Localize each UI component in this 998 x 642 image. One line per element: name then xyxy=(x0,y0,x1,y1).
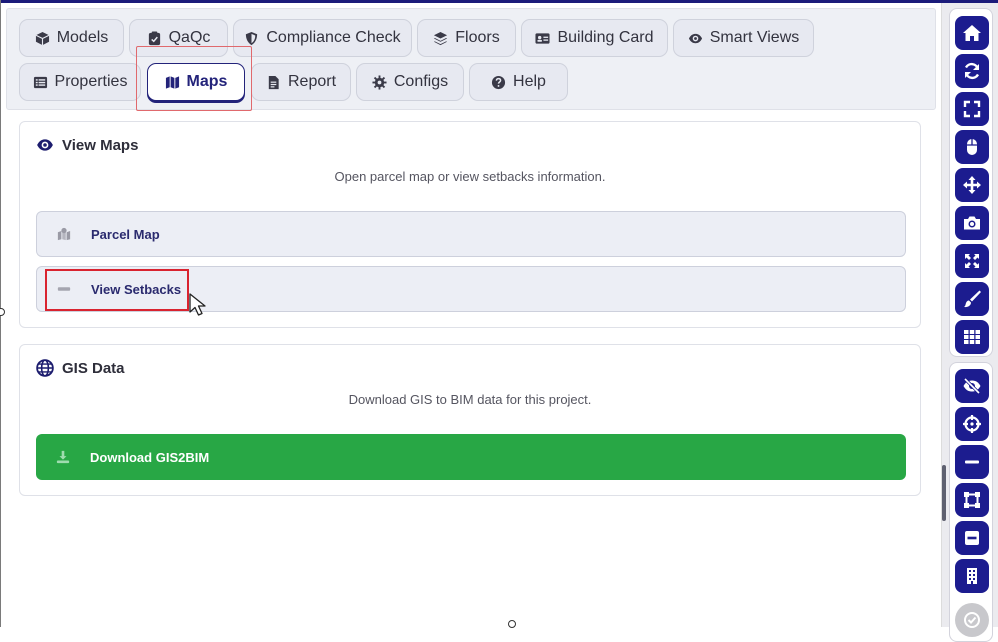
globe-icon xyxy=(36,359,54,377)
move-icon xyxy=(963,176,981,194)
move-button[interactable] xyxy=(955,168,989,202)
toolbar-group-view xyxy=(949,362,993,642)
tab-label: Models xyxy=(56,29,109,46)
document-icon xyxy=(268,75,279,89)
eye-icon xyxy=(688,33,702,43)
tab-models[interactable]: Models xyxy=(19,19,124,57)
building-button[interactable] xyxy=(955,559,989,593)
brush-icon xyxy=(964,290,981,308)
tab-label: Configs xyxy=(393,73,449,90)
tab-compliance-check[interactable]: Compliance Check xyxy=(233,19,412,57)
tab-label: Properties xyxy=(54,73,128,90)
tab-maps[interactable]: Maps xyxy=(147,63,245,101)
screenshot-button[interactable] xyxy=(955,206,989,240)
tab-label: Smart Views xyxy=(709,29,800,46)
view-setbacks-button[interactable]: View Setbacks xyxy=(36,266,906,312)
map-marker-icon xyxy=(57,227,71,241)
parcel-map-label: Parcel Map xyxy=(91,226,160,242)
minus-icon xyxy=(965,460,979,464)
fullscreen-icon xyxy=(963,100,981,118)
tab-report[interactable]: Report xyxy=(251,63,351,101)
tab-label: Report xyxy=(287,73,337,90)
mouse-mode-button[interactable] xyxy=(955,130,989,164)
clipboard-check-icon xyxy=(148,30,160,45)
mouse-icon xyxy=(967,139,977,155)
id-card-icon xyxy=(535,32,550,44)
tab-label: Compliance Check xyxy=(266,29,401,46)
tab-properties[interactable]: Properties xyxy=(19,63,141,101)
minus-bar-icon xyxy=(57,287,71,291)
home-button[interactable] xyxy=(955,16,989,50)
shield-icon xyxy=(246,31,258,45)
tab-help[interactable]: Help xyxy=(469,63,568,101)
hide-button[interactable] xyxy=(955,369,989,403)
parcel-map-button[interactable]: Parcel Map xyxy=(36,211,906,257)
eye-slash-icon xyxy=(963,377,981,395)
camera-icon xyxy=(964,216,980,230)
gis-data-description: Download GIS to BIM data for this projec… xyxy=(348,392,592,407)
grid-icon xyxy=(964,330,980,344)
check-circle-icon xyxy=(964,612,980,628)
section-box-icon xyxy=(964,492,980,508)
download-gis2bim-button[interactable]: Download GIS2BIM xyxy=(36,434,906,480)
paint-button[interactable] xyxy=(955,282,989,316)
eye-icon xyxy=(37,139,53,151)
gear-icon xyxy=(372,74,387,90)
refresh-button[interactable] xyxy=(955,54,989,88)
gis-data-title-row: GIS Data xyxy=(36,359,125,377)
view-setbacks-label: View Setbacks xyxy=(91,281,182,297)
collapse-button[interactable] xyxy=(955,521,989,555)
tab-label: QaQc xyxy=(168,29,211,46)
tab-label: Building Card xyxy=(557,29,654,46)
tab-building-card[interactable]: Building Card xyxy=(521,19,668,57)
layers-icon xyxy=(434,31,448,45)
tab-qaqc[interactable]: QaQc xyxy=(129,19,228,57)
collapse-icon xyxy=(965,531,979,545)
list-icon xyxy=(33,76,47,88)
home-icon xyxy=(963,25,981,41)
expand-button[interactable] xyxy=(955,244,989,278)
view-maps-description: Open parcel map or view setbacks informa… xyxy=(334,169,606,184)
download-icon xyxy=(56,450,70,464)
toolbar-group-navigation xyxy=(949,8,993,357)
expand-icon xyxy=(965,254,979,268)
tab-label: Floors xyxy=(455,29,500,46)
scrollbar-thumb[interactable] xyxy=(942,465,946,521)
tab-bar: Models QaQc Compliance Check Floors Buil… xyxy=(6,8,936,110)
gis-data-title: GIS Data xyxy=(62,359,125,377)
view-maps-title-row: View Maps xyxy=(36,136,138,154)
gis-data-card: GIS Data Download GIS to BIM data for th… xyxy=(19,344,921,496)
right-toolbar xyxy=(942,3,998,642)
tab-floors[interactable]: Floors xyxy=(417,19,516,57)
view-maps-card: View Maps Open parcel map or view setbac… xyxy=(19,121,921,328)
tab-label: Maps xyxy=(186,73,228,90)
building-icon xyxy=(967,568,977,584)
crosshair-icon xyxy=(963,415,981,433)
view-maps-title: View Maps xyxy=(62,136,139,154)
cube-icon xyxy=(35,31,50,45)
tab-label: Help xyxy=(513,73,546,90)
grid-button[interactable] xyxy=(955,320,989,354)
tab-configs[interactable]: Configs xyxy=(356,63,464,101)
main-panel: Models QaQc Compliance Check Floors Buil… xyxy=(1,3,942,628)
fullscreen-button[interactable] xyxy=(955,92,989,126)
zoom-out-button[interactable] xyxy=(955,445,989,479)
download-gis2bim-label: Download GIS2BIM xyxy=(90,449,210,465)
focus-button[interactable] xyxy=(955,407,989,441)
tab-smart-views[interactable]: Smart Views xyxy=(673,19,814,57)
question-icon xyxy=(491,75,506,89)
map-icon xyxy=(165,75,179,89)
refresh-icon xyxy=(964,62,980,80)
section-box-button[interactable] xyxy=(955,483,989,517)
confirm-button[interactable] xyxy=(955,603,989,637)
